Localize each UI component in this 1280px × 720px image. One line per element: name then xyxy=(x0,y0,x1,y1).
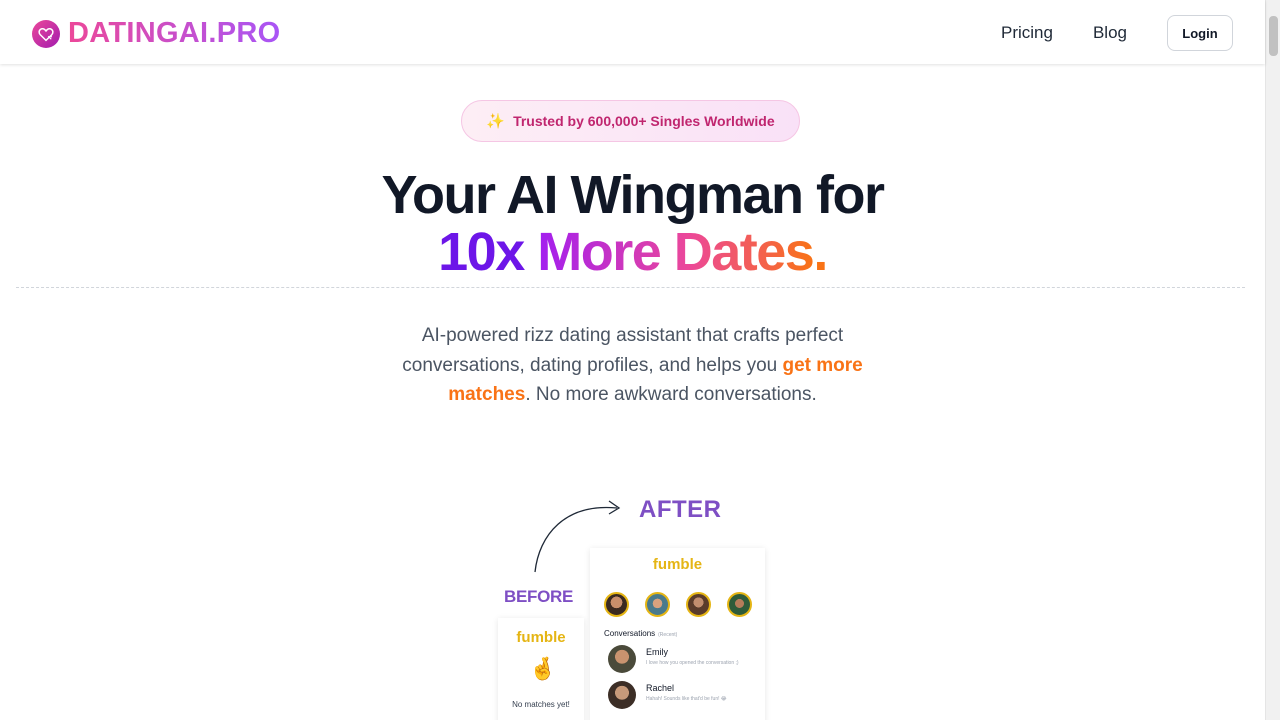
conversation-avatar xyxy=(608,681,636,709)
crossed-fingers-icon: 🤞 xyxy=(529,656,557,681)
trust-badge: ✨ Trusted by 600,000+ Singles Worldwide xyxy=(461,100,800,142)
login-button[interactable]: Login xyxy=(1167,15,1233,51)
conversations-label: Conversations xyxy=(604,629,656,638)
heart-logo-icon xyxy=(32,19,60,48)
trust-badge-text: Trusted by 600,000+ Singles Worldwide xyxy=(513,113,775,129)
conversation-name: Rachel xyxy=(646,683,675,693)
match-avatar xyxy=(645,592,670,617)
hero-subtitle-text: AI-powered rizz dating assistant that cr… xyxy=(402,325,844,376)
page-scrollbar[interactable] xyxy=(1265,0,1280,720)
conversation-message: Hahah! Sounds like that'd be fun! 😂 xyxy=(646,696,727,702)
nav-pricing-link[interactable]: Pricing xyxy=(1001,23,1053,43)
conversations-heading: Conversations (Recent) xyxy=(604,629,677,638)
scrollbar-thumb[interactable] xyxy=(1269,16,1278,56)
sparkles-icon: ✨ xyxy=(486,113,506,130)
conversation-message: I love how you opened the conversation ;… xyxy=(646,660,739,666)
conversation-name: Emily xyxy=(646,647,668,657)
before-label: BEFORE xyxy=(504,587,574,606)
logo-text: DATINGAI.PRO xyxy=(68,17,281,49)
hero-subtitle-end: . No more awkward conversations. xyxy=(525,384,817,405)
conversation-item: Emily I love how you opened the conversa… xyxy=(608,645,739,673)
conversation-avatar xyxy=(608,645,636,673)
hero-title-line2: 10x More Dates. xyxy=(0,221,1265,283)
hero-title-more-dates: More Dates xyxy=(537,222,815,282)
before-app-card: fumble 🤞 No matches yet! xyxy=(498,618,584,720)
hero-title-line1: Your AI Wingman for xyxy=(381,165,885,225)
match-avatar xyxy=(727,592,752,617)
after-app-card: fumble Conversations (Recent) Emily I lov… xyxy=(590,548,765,720)
match-avatars xyxy=(604,592,752,617)
hero-title-10x: 10x xyxy=(438,222,525,282)
no-matches-text: No matches yet! xyxy=(512,700,570,709)
after-label: AFTER xyxy=(639,496,722,523)
fumble-brand-before: fumble xyxy=(516,629,566,646)
section-divider xyxy=(16,287,1245,288)
conversations-sub: (Recent) xyxy=(658,632,678,638)
hero-subtitle: AI-powered rizz dating assistant that cr… xyxy=(390,321,875,410)
fumble-brand-after: fumble xyxy=(652,556,703,573)
match-avatar xyxy=(604,592,629,617)
match-avatar xyxy=(686,592,711,617)
logo[interactable]: DATINGAI.PRO xyxy=(32,17,281,50)
conversation-item: Rachel Hahah! Sounds like that'd be fun!… xyxy=(608,681,727,709)
top-nav: Pricing Blog Login xyxy=(1001,15,1233,51)
hero-title-dot: . xyxy=(813,222,828,282)
site-header: DATINGAI.PRO Pricing Blog Login xyxy=(0,0,1265,64)
nav-blog-link[interactable]: Blog xyxy=(1093,23,1127,43)
